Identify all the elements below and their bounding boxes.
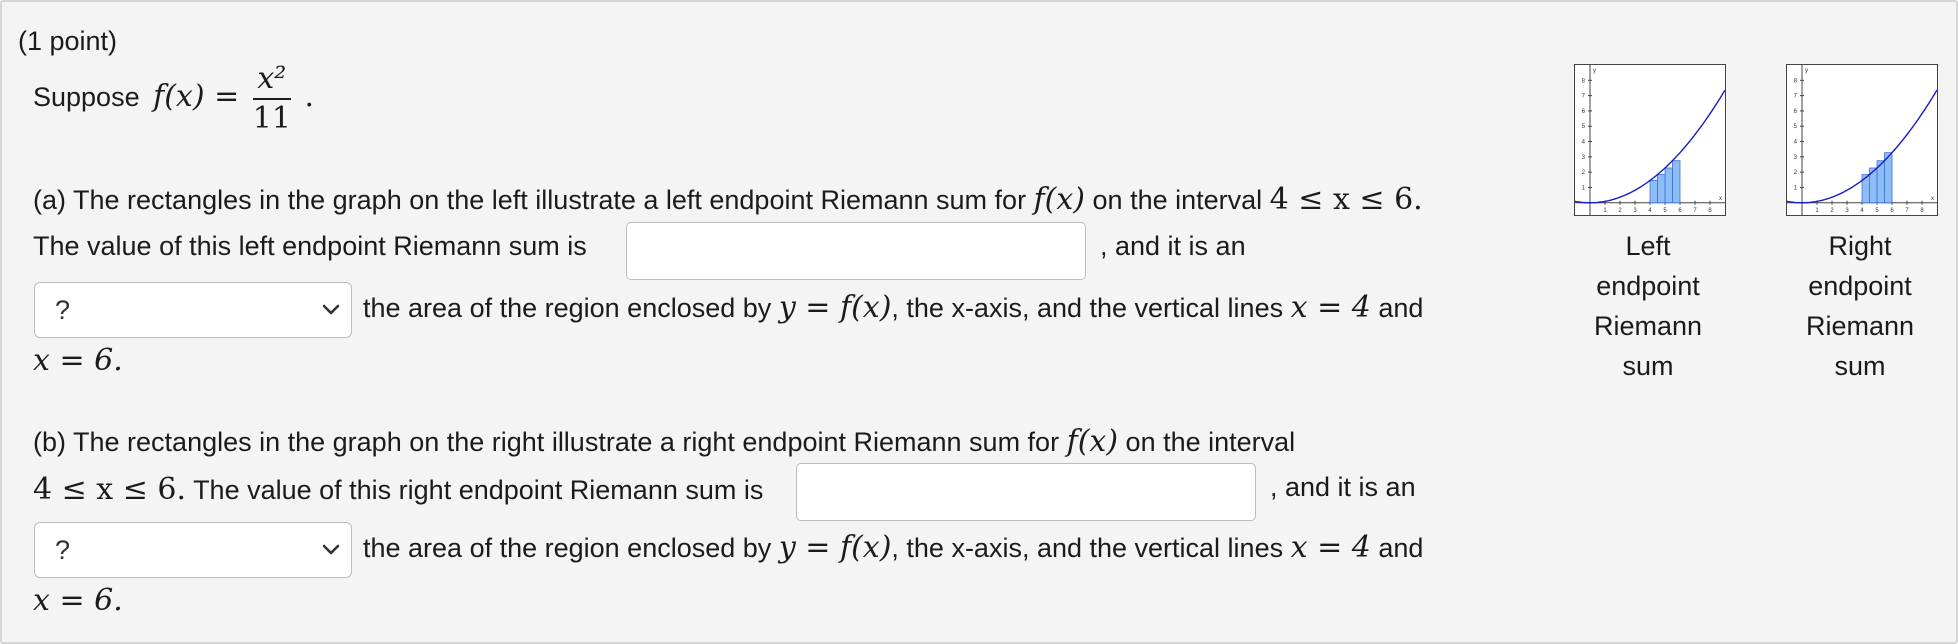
part-b-x6: x = 6. xyxy=(33,583,123,618)
x-tick-label: 8 xyxy=(1920,208,1924,214)
y-tick-label: 3 xyxy=(1582,155,1586,161)
part-b-answer-input[interactable] xyxy=(796,463,1256,521)
part-b-region-mid: , the x-axis, and the vertical lines xyxy=(891,533,1284,563)
x-tick-label: 7 xyxy=(1693,208,1697,214)
riemann-rectangle xyxy=(1664,167,1673,204)
x-tick-label: 2 xyxy=(1830,208,1834,214)
right-riemann-graph[interactable]: 1 2 3 4 5 6 7 8 1 2 3 4 5 6 7 8 x y xyxy=(1786,64,1938,216)
part-a-region-eq: y = f(x) xyxy=(778,290,892,325)
part-a-answer-input[interactable] xyxy=(626,222,1086,280)
part-b-func: f(x) xyxy=(1066,424,1119,459)
y-tick-label: 8 xyxy=(1794,78,1798,84)
part-a-x6: x = 6. xyxy=(33,343,123,378)
part-b-interval: 4 ≤ x ≤ 6. xyxy=(33,472,187,507)
x-tick-label: 5 xyxy=(1663,208,1667,214)
x-tick-label: 3 xyxy=(1845,208,1849,214)
y-tick-label: 5 xyxy=(1582,124,1586,130)
y-tick-label: 8 xyxy=(1582,78,1586,84)
y-tick-label: 7 xyxy=(1794,94,1798,100)
chevron-down-icon xyxy=(322,544,340,555)
chevron-down-icon xyxy=(322,304,340,315)
part-a-region-text: the area of the region enclosed by xyxy=(363,293,772,323)
part-a-comparison-select[interactable]: ? xyxy=(34,282,352,338)
part-a-mid: on the interval xyxy=(1092,185,1263,215)
y-axis-letter: y xyxy=(1593,68,1596,74)
x-tick-label: 4 xyxy=(1860,208,1864,214)
part-a-line2-label: The value of this left endpoint Riemann … xyxy=(33,231,587,261)
part-a-x4: x = 4 xyxy=(1290,290,1371,325)
part-a-and: and xyxy=(1378,293,1424,323)
x-tick-label: 8 xyxy=(1708,208,1712,214)
y-tick-label: 3 xyxy=(1794,155,1798,161)
y-tick-label: 1 xyxy=(1794,185,1798,191)
part-b-text: (b) The rectangles in the graph on the r… xyxy=(33,427,1060,457)
point-value: (1 point) xyxy=(18,26,118,56)
y-tick-label: 6 xyxy=(1794,109,1798,115)
intro-prefix: Suppose xyxy=(33,82,140,113)
x-tick-label: 6 xyxy=(1678,208,1682,214)
part-b-region-text: the area of the region enclosed by xyxy=(363,533,772,563)
part-b-line1: (b) The rectangles in the graph on the r… xyxy=(33,424,1295,459)
x-tick-label: 2 xyxy=(1618,208,1622,214)
intro-suffix: . xyxy=(304,79,314,115)
part-a-func: f(x) xyxy=(1033,182,1086,217)
part-b-select-value: ? xyxy=(55,535,71,565)
part-a-line2-after: , and it is an xyxy=(1100,231,1246,261)
y-tick-label: 4 xyxy=(1582,140,1586,146)
right-riemann-plot: 1 2 3 4 5 6 7 8 1 2 3 4 5 6 7 8 x y xyxy=(1786,65,1938,215)
riemann-rectangle xyxy=(1657,174,1666,204)
x-tick-label: 3 xyxy=(1633,208,1637,214)
function-name: f(x) = xyxy=(153,79,240,115)
part-b-comparison-select[interactable]: ? xyxy=(34,522,352,578)
fraction-numerator: x² xyxy=(252,60,291,100)
right-graph-caption: Right endpoint Riemann sum xyxy=(1805,231,1915,381)
x-tick-label: 1 xyxy=(1815,208,1819,214)
left-graph-caption: Left endpoint Riemann sum xyxy=(1593,231,1703,381)
problem-panel: (1 point) Suppose f(x) = x² 11 . (a) The… xyxy=(0,0,1958,644)
left-riemann-plot: 1 2 3 4 5 6 7 8 1 2 3 4 5 6 7 8 x y xyxy=(1574,65,1726,215)
part-b-and: and xyxy=(1378,533,1424,563)
riemann-rectangle xyxy=(1649,180,1658,204)
part-a-interval: 4 ≤ x ≤ 6. xyxy=(1269,182,1423,217)
part-a-select-value: ? xyxy=(55,295,71,325)
x-tick-label: 1 xyxy=(1603,208,1607,214)
function-definition: Suppose f(x) = x² 11 . xyxy=(33,60,314,138)
fraction-denominator: 11 xyxy=(252,101,291,136)
riemann-rectangle xyxy=(1672,160,1681,204)
x-axis-letter: x xyxy=(1719,196,1722,202)
part-b-line2-after: , and it is an xyxy=(1270,472,1416,502)
part-a-line1: (a) The rectangles in the graph on the l… xyxy=(33,182,1423,217)
part-b-x4: x = 4 xyxy=(1290,530,1371,565)
y-tick-label: 5 xyxy=(1794,124,1798,130)
y-axis-letter: y xyxy=(1805,68,1808,74)
x-axis-letter: x xyxy=(1931,196,1934,202)
part-b-line2-label: 4 ≤ x ≤ 6. The value of this right endpo… xyxy=(33,472,763,507)
x-tick-label: 4 xyxy=(1648,208,1652,214)
part-b-region-eq: y = f(x) xyxy=(778,530,892,565)
y-tick-label: 2 xyxy=(1582,170,1586,176)
part-a-region-mid: , the x-axis, and the vertical lines xyxy=(891,293,1284,323)
part-b-mid: on the interval xyxy=(1125,427,1296,457)
part-b-line3: the area of the region enclosed by y = f… xyxy=(363,530,1423,565)
fraction: x² 11 xyxy=(252,60,291,138)
left-riemann-graph[interactable]: 1 2 3 4 5 6 7 8 1 2 3 4 5 6 7 8 x y xyxy=(1574,64,1726,216)
y-tick-label: 6 xyxy=(1582,109,1586,115)
x-tick-label: 7 xyxy=(1905,208,1909,214)
y-tick-label: 2 xyxy=(1794,170,1798,176)
y-tick-label: 4 xyxy=(1794,140,1798,146)
part-a-line3: the area of the region enclosed by y = f… xyxy=(363,290,1423,325)
y-tick-label: 7 xyxy=(1582,94,1586,100)
part-a-text: (a) The rectangles in the graph on the l… xyxy=(33,185,1027,215)
x-tick-label: 5 xyxy=(1875,208,1879,214)
y-tick-label: 1 xyxy=(1582,185,1586,191)
part-b-line2-text: The value of this right endpoint Riemann… xyxy=(193,475,764,505)
x-tick-label: 6 xyxy=(1890,208,1894,214)
